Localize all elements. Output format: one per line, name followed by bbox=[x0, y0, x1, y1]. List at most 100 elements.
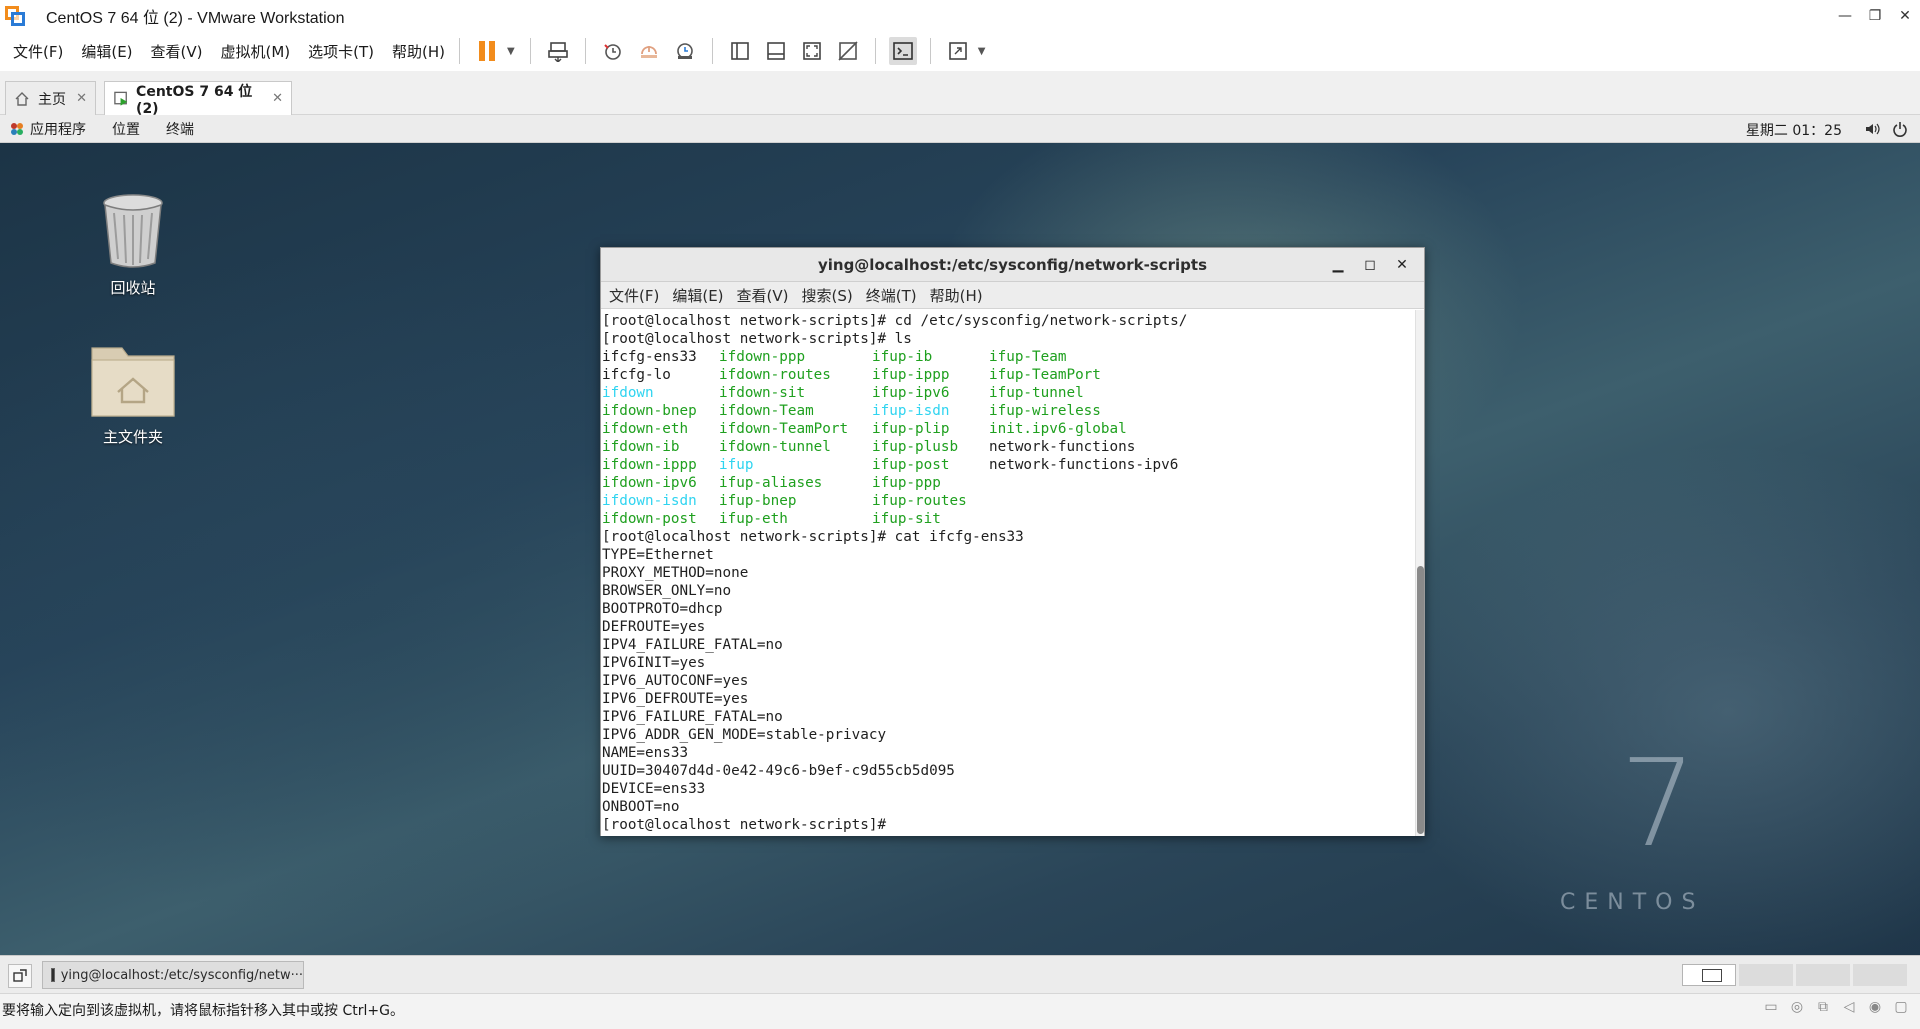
ls-entry: ifdown-eth bbox=[602, 421, 689, 437]
console-view-button[interactable] bbox=[888, 37, 917, 65]
terminal-minimize-button[interactable]: ▁ bbox=[1322, 253, 1354, 277]
vmware-title-bar: CentOS 7 64 位 (2) - VMware Workstation —… bbox=[0, 0, 1920, 31]
ls-entry: ifdown-isdn bbox=[602, 493, 697, 509]
terminal-scrollbar-thumb[interactable] bbox=[1417, 566, 1424, 834]
show-desktop-button[interactable] bbox=[8, 964, 32, 988]
ls-entry: ifup-TeamPort bbox=[989, 367, 1101, 383]
terminal-line: IPV6INIT=yes bbox=[602, 655, 706, 671]
vmware-toolbar: 文件(F) 编辑(E) 查看(V) 虚拟机(M) 选项卡(T) 帮助(H) ▼ … bbox=[0, 31, 1920, 71]
message-log-icon[interactable]: ▢ bbox=[1892, 998, 1910, 1016]
terminal-line: DEFROUTE=yes bbox=[602, 619, 706, 635]
ls-entry: init.ipv6-global bbox=[989, 421, 1127, 437]
window-controls: — ❐ ✕ bbox=[1830, 0, 1920, 31]
network-adapter-icon[interactable]: ⧉ bbox=[1814, 998, 1832, 1016]
chevron-down-icon[interactable]: ▼ bbox=[507, 46, 515, 57]
close-tab-icon[interactable]: ✕ bbox=[272, 91, 283, 106]
terminal-output[interactable]: [root@localhost network-scripts]# cd /et… bbox=[601, 310, 1416, 836]
terminal-close-button[interactable]: ✕ bbox=[1386, 253, 1418, 277]
snapshot-manager-button[interactable] bbox=[671, 37, 699, 65]
menu-vm[interactable]: 虚拟机(M) bbox=[221, 41, 291, 62]
workspace-3[interactable] bbox=[1796, 964, 1850, 986]
ls-entry: ifdown-ippp bbox=[602, 457, 697, 473]
terminal-scrollbar[interactable] bbox=[1415, 310, 1424, 836]
fullscreen-icon bbox=[802, 42, 821, 60]
snapshot-button[interactable] bbox=[599, 37, 627, 65]
ls-entry: ifup-plip bbox=[872, 421, 950, 437]
terminal-maximize-button[interactable]: ◻ bbox=[1354, 253, 1386, 277]
restore-button[interactable]: ❐ bbox=[1860, 0, 1890, 31]
terminal-line: PROXY_METHOD=none bbox=[602, 565, 749, 581]
show-library-button[interactable] bbox=[726, 37, 754, 65]
ls-entry: network-functions bbox=[989, 439, 1136, 455]
menu-applications[interactable]: 应用程序 bbox=[30, 119, 86, 139]
terminal-menu-view[interactable]: 查看(V) bbox=[737, 285, 789, 306]
desktop-icon-home[interactable]: 主文件夹 bbox=[78, 338, 188, 447]
menu-help[interactable]: 帮助(H) bbox=[392, 41, 445, 62]
taskbar-item-terminal[interactable]: ying@localhost:/etc/sysconfig/netw··· bbox=[42, 961, 304, 989]
ls-entry: ifup-routes bbox=[872, 493, 967, 509]
terminal-menu-file[interactable]: 文件(F) bbox=[609, 285, 659, 306]
hard-disk-icon[interactable]: ▭ bbox=[1762, 998, 1780, 1016]
snapshot-manager-icon bbox=[676, 43, 693, 59]
pause-vm-button[interactable] bbox=[473, 37, 501, 65]
ls-entry: ifdown-TeamPort bbox=[719, 421, 849, 437]
show-thumbnail-bar-button[interactable] bbox=[762, 37, 790, 65]
ls-entry: ifup-aliases bbox=[719, 475, 823, 491]
terminal-menu-bar: 文件(F) 编辑(E) 查看(V) 搜索(S) 终端(T) 帮助(H) bbox=[601, 282, 1424, 309]
menu-view[interactable]: 查看(V) bbox=[151, 41, 203, 62]
terminal-line: [root@localhost network-scripts]# ls bbox=[602, 331, 912, 347]
ls-output-row: ifdown-ipv6 ifup-aliases ifup-ppp bbox=[602, 474, 1416, 492]
terminal-line: BROWSER_ONLY=no bbox=[602, 583, 732, 599]
sidebar-layout-icon bbox=[730, 42, 749, 60]
toolbar-separator bbox=[459, 38, 461, 64]
vm-running-icon bbox=[114, 91, 128, 106]
menu-terminal[interactable]: 终端 bbox=[166, 119, 194, 139]
terminal-line: TYPE=Ethernet bbox=[602, 547, 714, 563]
minimize-button[interactable]: — bbox=[1830, 0, 1860, 31]
ls-entry: network-functions-ipv6 bbox=[989, 457, 1179, 473]
workspace-2[interactable] bbox=[1739, 964, 1793, 986]
tab-vm[interactable]: CentOS 7 64 位 (2) ✕ bbox=[104, 81, 292, 117]
cd-drive-icon[interactable]: ◎ bbox=[1788, 998, 1806, 1016]
terminal-menu-edit[interactable]: 编辑(E) bbox=[672, 285, 723, 306]
pause-icon bbox=[479, 41, 496, 61]
show-desktop-icon bbox=[13, 969, 27, 982]
terminal-title-bar[interactable]: ying@localhost:/etc/sysconfig/network-sc… bbox=[601, 248, 1424, 282]
volume-icon[interactable] bbox=[1864, 121, 1880, 137]
revert-snapshot-button[interactable] bbox=[635, 37, 663, 65]
revert-snapshot-icon bbox=[640, 46, 657, 58]
centos-wordmark: CENTOS bbox=[1560, 890, 1705, 915]
usb-device-icon[interactable]: ◉ bbox=[1866, 998, 1884, 1016]
menu-tabs[interactable]: 选项卡(T) bbox=[308, 41, 374, 62]
menu-file[interactable]: 文件(F) bbox=[13, 41, 63, 62]
workspace-4[interactable] bbox=[1853, 964, 1907, 986]
clock[interactable]: 星期二 01：25 bbox=[1746, 120, 1842, 140]
unity-button[interactable] bbox=[834, 37, 862, 65]
close-button[interactable]: ✕ bbox=[1890, 0, 1920, 31]
terminal-window-controls: ▁ ◻ ✕ bbox=[1322, 253, 1418, 277]
terminal-window[interactable]: ying@localhost:/etc/sysconfig/network-sc… bbox=[600, 247, 1425, 836]
power-icon[interactable] bbox=[1892, 121, 1908, 137]
send-ctrl-alt-del-button[interactable] bbox=[544, 37, 572, 65]
gnome-bottom-panel: ying@localhost:/etc/sysconfig/netw··· bbox=[0, 955, 1920, 993]
desktop-icon-trash[interactable]: 回收站 bbox=[78, 193, 188, 298]
ls-entry: ifdown-ib bbox=[602, 439, 680, 455]
full-screen-button[interactable] bbox=[798, 37, 826, 65]
terminal-menu-terminal[interactable]: 终端(T) bbox=[866, 285, 917, 306]
ls-entry: ifdown bbox=[602, 385, 654, 401]
terminal-line: IPV4_FAILURE_FATAL=no bbox=[602, 637, 783, 653]
ls-entry: ifdown-Team bbox=[719, 403, 814, 419]
sound-card-icon[interactable]: ◁ bbox=[1840, 998, 1858, 1016]
menu-places[interactable]: 位置 bbox=[112, 119, 140, 139]
terminal-menu-search[interactable]: 搜索(S) bbox=[802, 285, 853, 306]
snapshot-icon bbox=[604, 44, 621, 60]
unity-disabled-icon bbox=[838, 41, 858, 61]
chevron-down-icon[interactable]: ▼ bbox=[978, 46, 986, 57]
workspace-1[interactable] bbox=[1682, 964, 1736, 986]
menu-edit[interactable]: 编辑(E) bbox=[81, 41, 132, 62]
stretch-guest-button[interactable] bbox=[944, 37, 972, 65]
tab-home[interactable]: 主页 ✕ bbox=[5, 81, 96, 115]
terminal-menu-help[interactable]: 帮助(H) bbox=[930, 285, 983, 306]
ls-entry: ifdown-post bbox=[602, 511, 697, 527]
close-tab-icon[interactable]: ✕ bbox=[76, 91, 87, 106]
